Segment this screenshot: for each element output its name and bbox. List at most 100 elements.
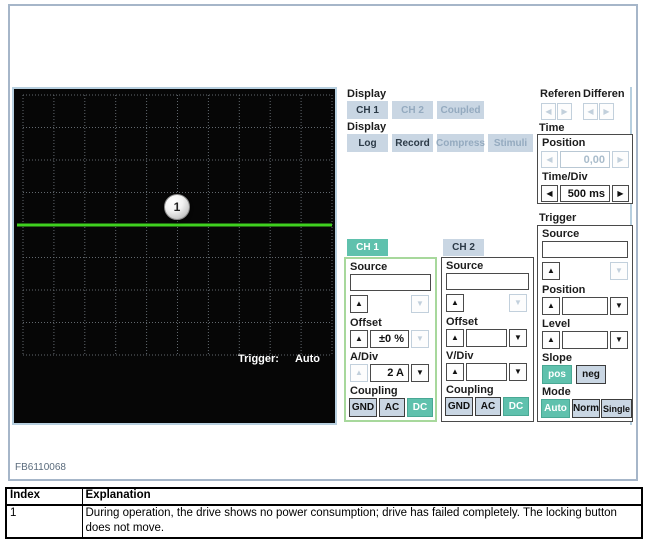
timediv-prev-button[interactable]: ◀ bbox=[541, 185, 558, 202]
ch1-gnd-button[interactable]: GND bbox=[349, 398, 377, 417]
trigger-level-down-button[interactable]: ▼ bbox=[610, 331, 628, 349]
down-arrow-icon: ▼ bbox=[615, 267, 623, 275]
trigger-source-label: Source bbox=[542, 228, 579, 240]
page: 1 Trigger: Auto Display CH 1 CH 2 Couple… bbox=[0, 0, 649, 549]
mode-single-button[interactable]: Single bbox=[601, 399, 632, 418]
ch1-dc-button[interactable]: DC bbox=[407, 398, 433, 417]
up-arrow-icon: ▲ bbox=[451, 334, 459, 342]
up-arrow-icon: ▲ bbox=[355, 300, 363, 308]
ch1-source-label: Source bbox=[350, 261, 387, 273]
figure-code-label: FB6110068 bbox=[15, 462, 66, 473]
ch1-offset-field[interactable]: ±0 % bbox=[370, 330, 409, 348]
ch2-offset-label: Offset bbox=[446, 316, 478, 328]
time-position-label: Position bbox=[542, 137, 585, 149]
oscilloscope-display: 1 Trigger: Auto bbox=[12, 87, 337, 425]
differen-prev-button[interactable]: ◀ bbox=[583, 103, 598, 120]
down-arrow-icon: ▼ bbox=[615, 302, 623, 310]
trigger-source-down-button[interactable]: ▼ bbox=[610, 262, 628, 280]
trigger-position-up-button[interactable]: ▲ bbox=[542, 297, 560, 315]
ch1-adiv-field[interactable]: 2 A bbox=[370, 364, 409, 382]
ch1-offset-up-button[interactable]: ▲ bbox=[350, 330, 368, 348]
ch1-source-down-button[interactable]: ▼ bbox=[411, 295, 429, 313]
ch2-gnd-button[interactable]: GND bbox=[445, 397, 473, 416]
right-arrow-icon: ▶ bbox=[617, 190, 623, 198]
compress-button[interactable]: Compress bbox=[437, 134, 484, 152]
figure-box: 1 Trigger: Auto Display CH 1 CH 2 Couple… bbox=[8, 4, 638, 481]
referen-next-button[interactable]: ▶ bbox=[557, 103, 572, 120]
right-arrow-icon: ▶ bbox=[617, 156, 623, 164]
ch2-offset-down-button[interactable]: ▼ bbox=[509, 329, 527, 347]
ch2-source-down-button[interactable]: ▼ bbox=[509, 294, 527, 312]
time-label: Time bbox=[539, 122, 564, 134]
left-arrow-icon: ◀ bbox=[587, 108, 593, 116]
display-ch2-button[interactable]: CH 2 bbox=[392, 101, 433, 119]
time-position-next-button[interactable]: ▶ bbox=[612, 151, 629, 168]
trigger-label: Trigger bbox=[539, 212, 576, 224]
up-arrow-icon: ▲ bbox=[547, 267, 555, 275]
trigger-level-label: Level bbox=[542, 318, 570, 330]
ch2-offset-up-button[interactable]: ▲ bbox=[446, 329, 464, 347]
down-arrow-icon: ▼ bbox=[514, 368, 522, 376]
ch1-adiv-down-button[interactable]: ▼ bbox=[411, 364, 429, 382]
ch1-tab[interactable]: CH 1 bbox=[347, 239, 388, 256]
up-arrow-icon: ▲ bbox=[547, 302, 555, 310]
ch2-vdiv-up-button[interactable]: ▲ bbox=[446, 363, 464, 381]
slope-pos-button[interactable]: pos bbox=[542, 365, 572, 384]
differen-next-button[interactable]: ▶ bbox=[599, 103, 614, 120]
display-coupled-button[interactable]: Coupled bbox=[437, 101, 484, 119]
stimuli-button[interactable]: Stimuli bbox=[488, 134, 533, 152]
trigger-status: Trigger: Auto bbox=[238, 353, 320, 365]
timediv-next-button[interactable]: ▶ bbox=[612, 185, 629, 202]
mode-auto-button[interactable]: Auto bbox=[541, 399, 570, 418]
table-cell-explanation: During operation, the drive shows no pow… bbox=[82, 505, 642, 538]
down-arrow-icon: ▼ bbox=[416, 335, 424, 343]
mode-norm-button[interactable]: Norm bbox=[572, 399, 600, 418]
ch1-source-up-button[interactable]: ▲ bbox=[350, 295, 368, 313]
ch2-vdiv-field[interactable] bbox=[466, 363, 507, 381]
ch1-coupling-label: Coupling bbox=[350, 385, 398, 397]
ch2-ac-button[interactable]: AC bbox=[475, 397, 501, 416]
down-arrow-icon: ▼ bbox=[615, 336, 623, 344]
time-position-prev-button[interactable]: ◀ bbox=[541, 151, 558, 168]
trigger-source-up-button[interactable]: ▲ bbox=[542, 262, 560, 280]
display-ch1-button[interactable]: CH 1 bbox=[347, 101, 388, 119]
referen-prev-button[interactable]: ◀ bbox=[541, 103, 556, 120]
down-arrow-icon: ▼ bbox=[416, 300, 424, 308]
trigger-position-down-button[interactable]: ▼ bbox=[610, 297, 628, 315]
record-button[interactable]: Record bbox=[392, 134, 433, 152]
trigger-level-up-button[interactable]: ▲ bbox=[542, 331, 560, 349]
trigger-source-field[interactable] bbox=[542, 241, 628, 258]
trigger-level-field[interactable] bbox=[562, 331, 608, 349]
ch2-source-field[interactable] bbox=[446, 273, 529, 290]
ch1-source-field[interactable] bbox=[350, 274, 431, 291]
trigger-box: Source ▲ ▼ Position ▲ ▼ Level ▲ ▼ Slope … bbox=[537, 225, 633, 422]
trigger-position-field[interactable] bbox=[562, 297, 608, 315]
time-position-field[interactable]: 0,00 bbox=[560, 151, 610, 168]
table-header-index: Index bbox=[6, 488, 82, 505]
ch2-vdiv-down-button[interactable]: ▼ bbox=[509, 363, 527, 381]
trigger-position-label: Position bbox=[542, 284, 585, 296]
ch1-adiv-up-button[interactable]: ▲ bbox=[350, 364, 368, 382]
timediv-field[interactable]: 500 ms bbox=[560, 185, 610, 202]
log-button[interactable]: Log bbox=[347, 134, 388, 152]
table-header-row: Index Explanation bbox=[6, 488, 642, 505]
down-arrow-icon: ▼ bbox=[514, 334, 522, 342]
ch2-offset-field[interactable] bbox=[466, 329, 507, 347]
ch1-adiv-label: A/Div bbox=[350, 351, 378, 363]
ch2-dc-button[interactable]: DC bbox=[503, 397, 529, 416]
ch1-box: Source ▲ ▼ Offset ▲ ±0 % ▼ A/Div ▲ 2 A ▼… bbox=[344, 257, 437, 422]
up-arrow-icon: ▲ bbox=[547, 336, 555, 344]
table-header-explanation: Explanation bbox=[82, 488, 642, 505]
ch2-tab[interactable]: CH 2 bbox=[443, 239, 484, 256]
slope-label: Slope bbox=[542, 352, 572, 364]
ch2-box: Source ▲ ▼ Offset ▲ ▼ V/Div ▲ ▼ Coupling… bbox=[441, 257, 534, 422]
slope-neg-button[interactable]: neg bbox=[576, 365, 606, 384]
ch1-offset-down-button[interactable]: ▼ bbox=[411, 330, 429, 348]
ch2-source-label: Source bbox=[446, 260, 483, 272]
ch2-coupling-label: Coupling bbox=[446, 384, 494, 396]
up-arrow-icon: ▲ bbox=[355, 335, 363, 343]
ch2-source-up-button[interactable]: ▲ bbox=[446, 294, 464, 312]
ch1-offset-label: Offset bbox=[350, 317, 382, 329]
scope-grid bbox=[14, 89, 335, 423]
ch1-ac-button[interactable]: AC bbox=[379, 398, 405, 417]
